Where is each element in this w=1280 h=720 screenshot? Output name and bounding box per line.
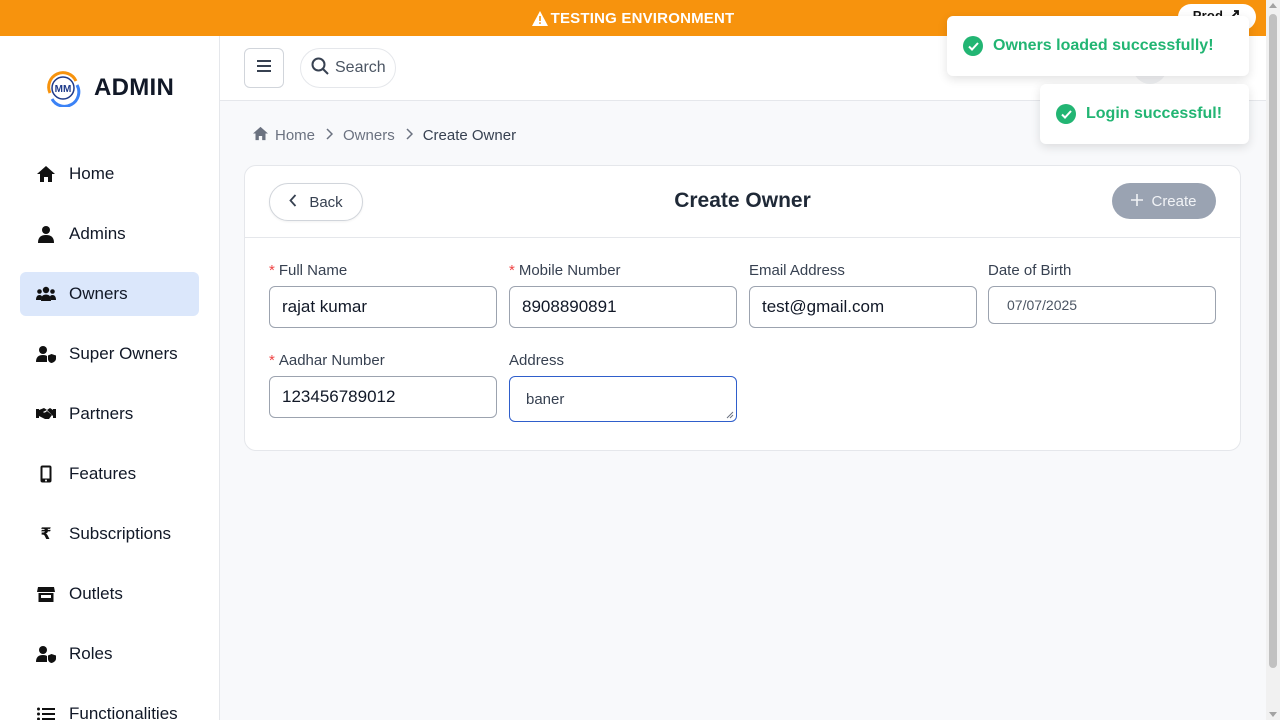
full-name-input[interactable]: rajat kumar: [269, 286, 497, 328]
resize-handle-icon[interactable]: [726, 411, 734, 419]
aadhar-field-group: * Aadhar Number 123456789012: [269, 352, 497, 418]
brand-logo: MM: [44, 69, 82, 108]
search-label: Search: [335, 59, 386, 76]
sidebar-item-label: Partners: [69, 404, 134, 423]
chevron-right-icon: [405, 127, 413, 144]
sidebar-item-subscriptions[interactable]: ₹ Subscriptions: [20, 512, 199, 556]
sidebar-item-admins[interactable]: Admins: [20, 212, 199, 256]
mobile-label: * Mobile Number: [509, 262, 621, 279]
menu-toggle-button[interactable]: [244, 48, 284, 88]
toast-message: Owners loaded successfully!: [993, 37, 1214, 54]
user-icon: [36, 224, 56, 244]
dob-field-group: Date of Birth 07/07/2025: [988, 262, 1216, 324]
check-circle-icon: [1056, 104, 1076, 124]
create-owner-card: Back Create Owner Create * Full Name raja…: [244, 165, 1241, 451]
sidebar-item-label: Subscriptions: [69, 524, 172, 543]
sidebar-item-label: Owners: [69, 284, 128, 303]
mobile-field-group: * Mobile Number 8908890891: [509, 262, 737, 328]
scrollbar-thumb[interactable]: [1269, 14, 1277, 668]
handshake-icon: [36, 404, 56, 424]
store-icon: [36, 584, 56, 604]
full-name-label: * Full Name: [269, 262, 348, 279]
full-name-field-group: * Full Name rajat kumar: [269, 262, 497, 328]
page-scrollbar[interactable]: [1266, 0, 1280, 720]
create-button[interactable]: Create: [1112, 183, 1216, 219]
sidebar-item-features[interactable]: Features: [20, 452, 199, 496]
email-label: Email Address: [749, 262, 845, 279]
address-field-group: Address baner: [509, 352, 737, 422]
sidebar-nav: Home Admins Owners Super Owners Partners…: [20, 152, 199, 720]
sidebar-item-label: Features: [69, 464, 137, 483]
search-icon: [311, 57, 329, 80]
address-textarea[interactable]: baner: [509, 376, 737, 422]
toast-message: Login successful!: [1086, 105, 1223, 122]
plus-icon: [1131, 193, 1144, 210]
brand[interactable]: MM ADMIN: [44, 69, 175, 108]
sidebar-item-home[interactable]: Home: [20, 152, 199, 196]
breadcrumb-home[interactable]: Home: [252, 126, 315, 145]
aadhar-label: * Aadhar Number: [269, 352, 385, 369]
sidebar-item-partners[interactable]: Partners: [20, 392, 199, 436]
breadcrumb-owners[interactable]: Owners: [343, 127, 395, 144]
list-icon: [36, 704, 56, 720]
dob-label: Date of Birth: [988, 262, 1072, 279]
breadcrumb-current: Create Owner: [422, 127, 517, 144]
sidebar-item-label: Outlets: [69, 584, 123, 603]
breadcrumb-home-label: Home: [275, 127, 316, 144]
card-header: Back Create Owner Create: [245, 166, 1240, 238]
create-label: Create: [1151, 192, 1197, 210]
sidebar-item-label: Super Owners: [69, 344, 178, 363]
sidebar-item-label: Home: [69, 164, 115, 183]
hamburger-icon: [256, 59, 272, 78]
check-circle-icon: [963, 36, 983, 56]
chevron-right-icon: [325, 127, 334, 144]
toast-owners-loaded[interactable]: Owners loaded successfully!: [947, 16, 1249, 76]
email-field-group: Email Address test@gmail.com: [749, 262, 977, 328]
toast-login-success[interactable]: Login successful!: [1040, 84, 1249, 144]
sidebar: MM ADMIN Home Admins Owners Super Owners…: [0, 36, 220, 720]
scroll-down-arrow-icon[interactable]: [1269, 712, 1277, 717]
address-value: baner: [526, 390, 565, 408]
mobile-icon: [36, 464, 56, 484]
brand-logo-text: MM: [55, 84, 72, 95]
brand-title: ADMIN: [94, 74, 175, 101]
rupee-icon: ₹: [40, 526, 52, 543]
email-input[interactable]: test@gmail.com: [749, 286, 977, 328]
breadcrumb: Home Owners Create Owner: [252, 126, 516, 145]
sidebar-item-roles[interactable]: Roles: [20, 632, 199, 676]
home-icon: [36, 164, 56, 184]
sidebar-item-super-owners[interactable]: Super Owners: [20, 332, 199, 376]
user-shield-icon: [36, 344, 56, 364]
scroll-up-arrow-icon[interactable]: [1269, 3, 1277, 8]
environment-label: TESTING ENVIRONMENT: [550, 9, 735, 27]
sidebar-item-label: Admins: [69, 224, 126, 243]
home-icon: [252, 126, 269, 145]
sidebar-item-label: Roles: [69, 644, 113, 663]
sidebar-item-label: Functionalities: [69, 704, 178, 720]
mobile-input[interactable]: 8908890891: [509, 286, 737, 328]
dob-input[interactable]: 07/07/2025: [988, 286, 1216, 324]
address-label: Address: [509, 352, 565, 369]
page-title: Create Owner: [674, 189, 811, 212]
users-icon: [36, 284, 56, 304]
warning-icon: [531, 10, 548, 26]
sidebar-item-functionalities[interactable]: Functionalities: [20, 692, 199, 720]
sidebar-item-owners[interactable]: Owners: [20, 272, 199, 316]
search-button[interactable]: Search: [300, 48, 396, 88]
user-shield-icon: [36, 644, 56, 664]
aadhar-input[interactable]: 123456789012: [269, 376, 497, 418]
sidebar-item-outlets[interactable]: Outlets: [20, 572, 199, 616]
